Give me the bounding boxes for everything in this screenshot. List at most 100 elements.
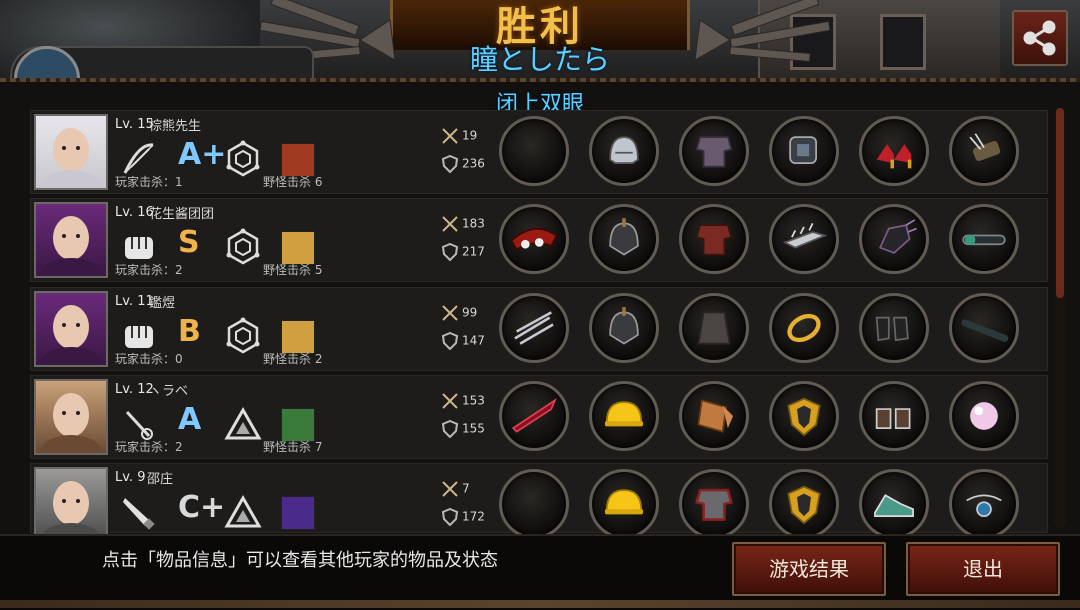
item-slot[interactable] [949,381,1019,451]
item-slot[interactable] [499,293,569,363]
item-slot[interactable] [949,116,1019,186]
attack-value: 7 [462,481,470,496]
crossed-swords-icon [442,393,458,409]
knight-helmet-icon [609,218,639,256]
item-slot[interactable] [589,293,659,363]
attack-stat: 7 [441,480,470,498]
item-slot[interactable] [769,293,839,363]
item-slot[interactable] [769,116,839,186]
item-slot[interactable] [859,469,929,539]
defense-value: 236 [462,156,485,171]
item-slot[interactable] [769,204,839,274]
monster-kills: 野怪击杀 7 [263,440,323,454]
scope-icon [962,234,1006,246]
boots-icon [875,316,909,342]
claw-icon [514,311,554,345]
item-slot[interactable] [859,116,929,186]
item-slot[interactable] [949,204,1019,274]
amulet-icon [966,494,1002,517]
player-row[interactable]: Lv. 9 邵庄 C+ 7 172 [30,463,1048,543]
item-slot[interactable] [859,204,929,274]
talent-slot [223,139,263,179]
item-slot[interactable] [769,469,839,539]
item-slot[interactable] [589,469,659,539]
player-row[interactable]: Lv. 12 ヽラベ A 玩家击杀：2 野怪击杀 7 153 155 [30,375,1048,459]
defense-value: 155 [462,421,485,436]
player-level: Lv. 12 [115,382,154,397]
player-level: Lv. 16 [115,205,154,220]
item-slot[interactable] [499,204,569,274]
attack-value: 99 [462,305,478,320]
attack-value: 19 [462,128,478,143]
player-avatar[interactable] [34,379,108,455]
talent-slot [223,316,263,356]
player-avatar[interactable] [34,291,108,367]
player-name: 鑑煜 [149,296,176,311]
shield-icon [441,420,459,438]
talent-slot [223,404,263,444]
crossed-swords-icon [442,305,458,321]
defense-value: 172 [462,509,485,524]
red-blade-icon [511,398,557,433]
claw-glove-icon [878,219,917,254]
player-grade: C+ [178,490,226,525]
skill-icon [281,320,315,354]
defense-stat: 155 [441,420,485,438]
item-slot[interactable] [679,469,749,539]
player-row[interactable]: Lv. 16 花生酱团团 S 玩家击杀：2 野怪击杀 5 183 217 [30,198,1048,282]
player-kills: 玩家击杀：2 [115,263,183,277]
scrollbar[interactable] [1054,108,1066,528]
item-slot[interactable] [499,381,569,451]
knight-helmet-icon [609,307,639,345]
player-name: 棕熊先生 [149,119,202,134]
player-avatar[interactable] [34,114,108,190]
mask-icon [510,228,558,251]
item-slot[interactable] [949,469,1019,539]
shield-icon [441,155,459,173]
quiver-icon [969,133,1001,161]
baton-icon [961,319,1009,342]
item-slot[interactable] [679,204,749,274]
defense-stat: 147 [441,332,485,350]
player-level: Lv. 9 [115,470,146,485]
item-slot[interactable] [589,381,659,451]
player-avatar[interactable] [34,202,108,278]
high-heels-icon [876,144,912,169]
shield-icon [441,508,459,526]
portrait-icon [41,393,101,453]
monster-kills: 野怪击杀 2 [263,352,323,366]
item-slot[interactable] [679,116,749,186]
defense-stat: 236 [441,155,485,173]
attack-stat: 19 [441,127,477,145]
hex-icon [226,228,260,265]
item-slot[interactable] [499,116,569,186]
item-slot[interactable] [589,116,659,186]
item-slot[interactable] [769,381,839,451]
item-slot[interactable] [499,469,569,539]
skill-icon [281,496,315,530]
scrollbar-thumb[interactable] [1056,108,1064,298]
skill-icon [281,143,315,177]
item-slot[interactable] [859,381,929,451]
player-row[interactable]: Lv. 15 棕熊先生 A+ 玩家击杀：1 野怪击杀 6 19 236 [30,110,1048,194]
hard-hat-icon [604,489,644,515]
game-results-button[interactable]: 游戏结果 [732,542,886,596]
hard-hat-icon [604,401,644,427]
cloak-icon [697,311,731,345]
shield-icon [441,332,459,350]
player-grade: B [178,314,201,349]
item-slot[interactable] [679,293,749,363]
crossed-swords-icon [442,216,458,232]
item-slot[interactable] [679,381,749,451]
attack-stat: 99 [441,304,477,322]
player-row[interactable]: Lv. 11 鑑煜 B 玩家击杀：0 野怪击杀 2 99 147 [30,287,1048,371]
item-slot[interactable] [859,293,929,363]
player-avatar[interactable] [34,467,108,543]
item-slot[interactable] [949,293,1019,363]
knife-icon [123,498,155,530]
exit-button[interactable]: 退出 [906,542,1060,596]
attack-value: 153 [462,393,485,408]
gold-shield-icon [787,485,821,525]
item-slot[interactable] [589,204,659,274]
share-button[interactable] [1012,10,1068,66]
